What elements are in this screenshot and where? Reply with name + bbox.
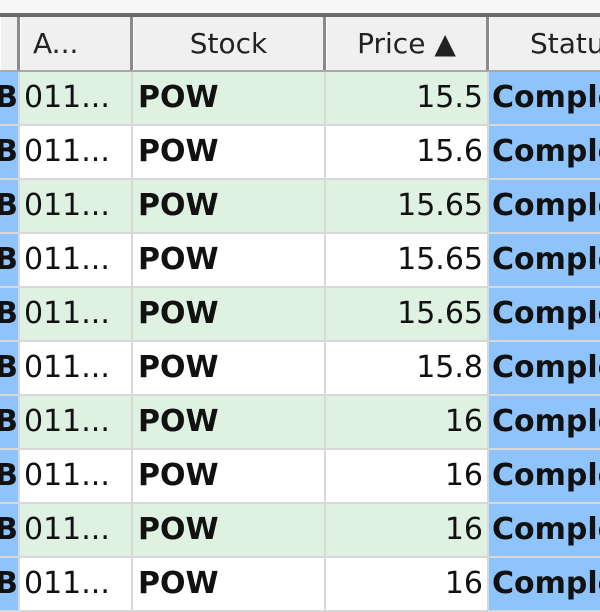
account-cell: 011... xyxy=(20,180,133,234)
stock-cell: POW xyxy=(133,450,326,504)
status-cell: Comple xyxy=(489,450,600,504)
stock-cell: POW xyxy=(133,72,326,126)
stock-cell: POW xyxy=(133,558,326,612)
table-row[interactable]: B011...POW15.5Comple xyxy=(0,72,600,126)
stock-cell: POW xyxy=(133,288,326,342)
table-row[interactable]: B011...POW16Comple xyxy=(0,450,600,504)
side-cell: B xyxy=(0,126,20,180)
table-row[interactable]: B011...POW15.65Comple xyxy=(0,180,600,234)
column-header-status[interactable]: Statu xyxy=(489,17,600,70)
price-cell: 16 xyxy=(326,396,489,450)
table-row[interactable]: B011...POW15.6Comple xyxy=(0,126,600,180)
status-cell: Comple xyxy=(489,396,600,450)
column-header-side[interactable] xyxy=(0,17,20,70)
price-cell: 16 xyxy=(326,558,489,612)
price-cell: 16 xyxy=(326,450,489,504)
price-cell: 15.8 xyxy=(326,342,489,396)
side-cell: B xyxy=(0,396,20,450)
side-cell: B xyxy=(0,558,20,612)
stock-cell: POW xyxy=(133,126,326,180)
price-cell: 15.6 xyxy=(326,126,489,180)
price-cell: 16 xyxy=(326,504,489,558)
status-cell: Comple xyxy=(489,558,600,612)
side-cell: B xyxy=(0,342,20,396)
column-header-price-sorted-asc[interactable]: Price ▲ xyxy=(326,17,489,70)
column-header-stock[interactable]: Stock xyxy=(133,17,326,70)
column-header-account[interactable]: A... xyxy=(20,17,133,70)
stock-cell: POW xyxy=(133,504,326,558)
side-cell: B xyxy=(0,288,20,342)
account-cell: 011... xyxy=(20,126,133,180)
table-header: A... Stock Price ▲ Statu xyxy=(0,17,600,72)
side-cell: B xyxy=(0,450,20,504)
status-cell: Comple xyxy=(489,504,600,558)
account-cell: 011... xyxy=(20,558,133,612)
status-cell: Comple xyxy=(489,180,600,234)
account-cell: 011... xyxy=(20,234,133,288)
toolbar-strip xyxy=(0,0,600,14)
stock-cell: POW xyxy=(133,396,326,450)
stock-cell: POW xyxy=(133,342,326,396)
account-cell: 011... xyxy=(20,72,133,126)
status-cell: Comple xyxy=(489,234,600,288)
account-cell: 011... xyxy=(20,342,133,396)
side-cell: B xyxy=(0,72,20,126)
account-cell: 011... xyxy=(20,288,133,342)
account-cell: 011... xyxy=(20,504,133,558)
side-cell: B xyxy=(0,180,20,234)
status-cell: Comple xyxy=(489,342,600,396)
status-cell: Comple xyxy=(489,72,600,126)
status-cell: Comple xyxy=(489,288,600,342)
table-row[interactable]: B011...POW16Comple xyxy=(0,558,600,612)
side-cell: B xyxy=(0,504,20,558)
account-cell: 011... xyxy=(20,450,133,504)
price-cell: 15.5 xyxy=(326,72,489,126)
price-cell: 15.65 xyxy=(326,288,489,342)
price-cell: 15.65 xyxy=(326,234,489,288)
account-cell: 011... xyxy=(20,396,133,450)
stock-cell: POW xyxy=(133,234,326,288)
side-cell: B xyxy=(0,234,20,288)
table-row[interactable]: B011...POW15.65Comple xyxy=(0,234,600,288)
table-row[interactable]: B011...POW15.8Comple xyxy=(0,342,600,396)
table-row[interactable]: B011...POW15.65Comple xyxy=(0,288,600,342)
price-cell: 15.65 xyxy=(326,180,489,234)
table-row[interactable]: B011...POW16Comple xyxy=(0,504,600,558)
status-cell: Comple xyxy=(489,126,600,180)
table-row[interactable]: B011...POW16Comple xyxy=(0,396,600,450)
stock-cell: POW xyxy=(133,180,326,234)
